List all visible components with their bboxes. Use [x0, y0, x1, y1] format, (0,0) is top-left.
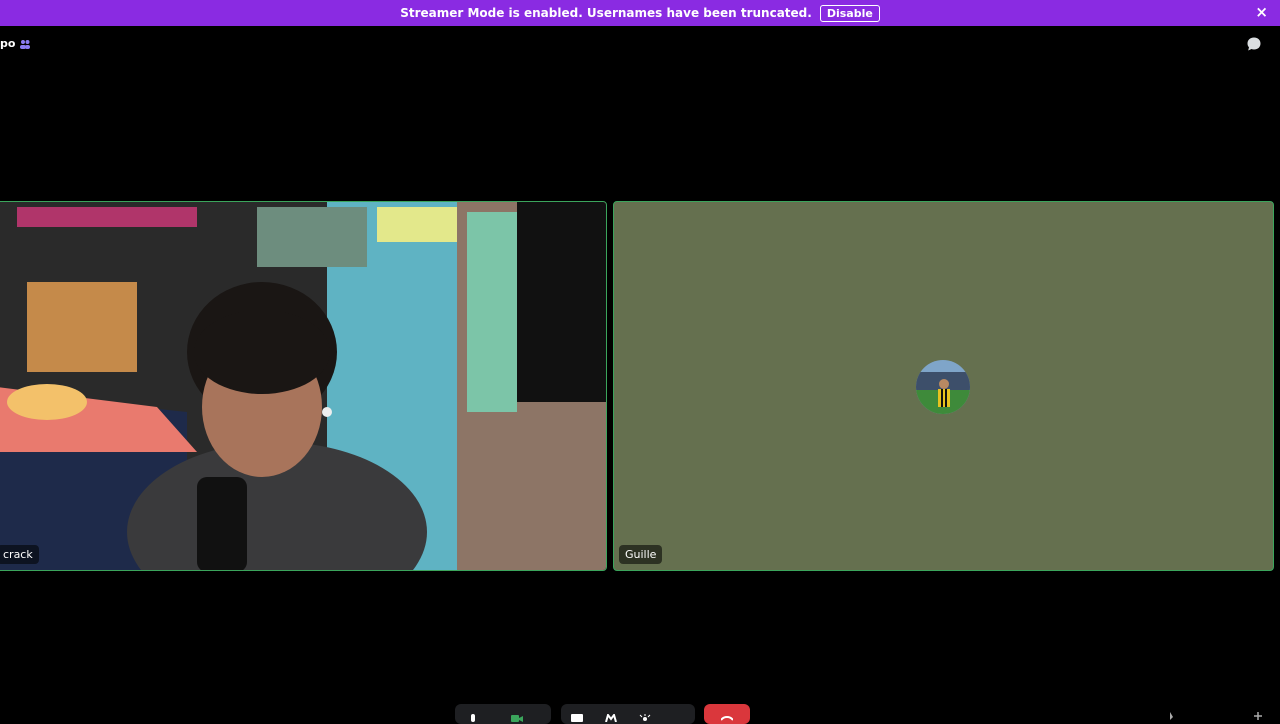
video-tile-right[interactable]: Guille	[613, 201, 1274, 571]
fullscreen-icon[interactable]	[1252, 712, 1264, 720]
cursor-icon	[1170, 712, 1173, 720]
channel-header: po	[0, 37, 31, 50]
people-icon	[20, 39, 31, 49]
streamer-mode-banner: Streamer Mode is enabled. Usernames have…	[0, 0, 1280, 26]
video-tile-left[interactable]: crack	[0, 201, 607, 571]
share-controls	[561, 704, 695, 724]
camera-video	[0, 202, 606, 570]
audio-video-controls	[455, 704, 551, 724]
soundboard-icon[interactable]	[639, 714, 651, 722]
chat-bubble-icon[interactable]	[1246, 36, 1262, 52]
end-call-button[interactable]	[704, 704, 750, 724]
microphone-icon[interactable]	[467, 714, 479, 722]
channel-name: po	[0, 37, 16, 50]
camera-icon[interactable]	[511, 714, 523, 722]
screen-share-icon[interactable]	[571, 714, 583, 722]
disable-streamer-mode-button[interactable]: Disable	[819, 4, 880, 22]
participant-name-tag: Guille	[619, 545, 663, 564]
avatar-image	[916, 360, 970, 414]
user-avatar[interactable]	[916, 360, 970, 414]
participant-name-tag: crack	[0, 545, 39, 564]
call-controls	[0, 704, 1280, 724]
end-call-icon	[721, 716, 733, 721]
close-banner-icon[interactable]: ×	[1255, 4, 1268, 21]
streamer-mode-message: Streamer Mode is enabled. Usernames have…	[400, 6, 812, 20]
activity-icon[interactable]	[605, 714, 617, 722]
